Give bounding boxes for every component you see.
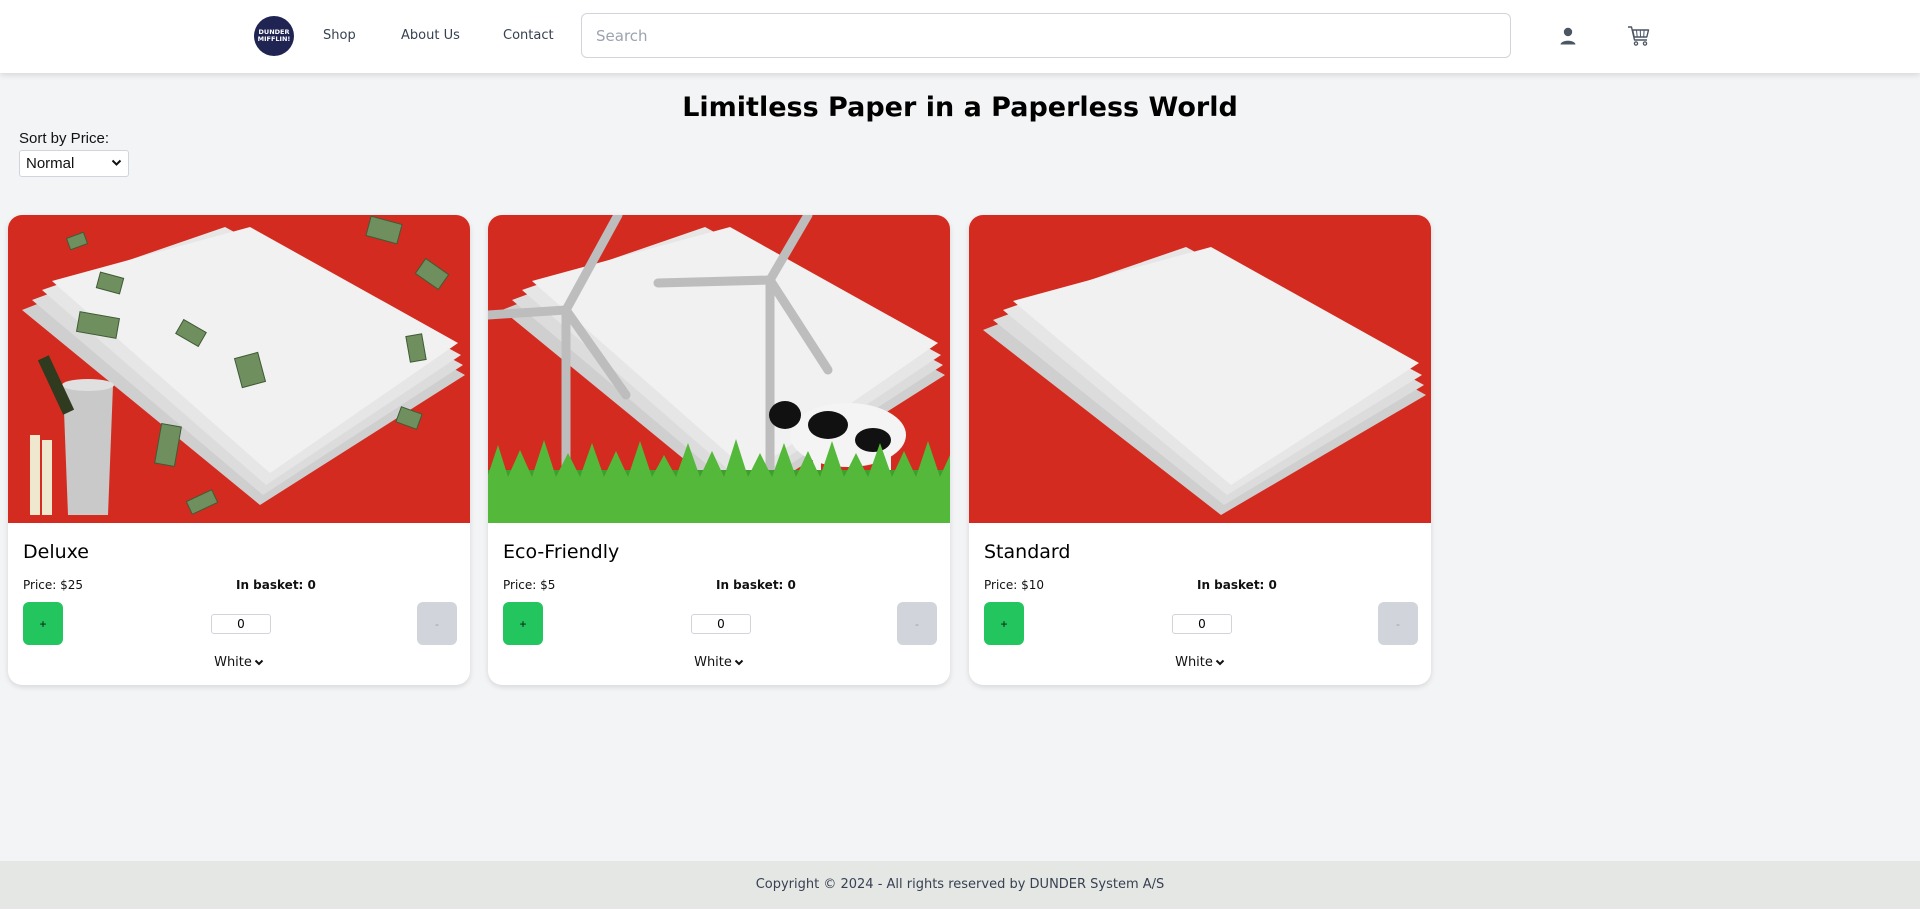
color-select[interactable]: White xyxy=(969,655,1431,670)
chevron-down-icon xyxy=(1215,659,1225,666)
remove-from-basket-button[interactable]: - xyxy=(1378,602,1418,645)
sort-select[interactable]: Normal xyxy=(19,150,129,177)
logo[interactable]: DUNDER MIFFLIN! xyxy=(254,16,294,56)
product-card-deluxe: Deluxe Price: $25 In basket: 0 + - White xyxy=(8,215,470,685)
sort-label: Sort by Price: xyxy=(19,130,110,147)
chevron-down-icon xyxy=(254,659,264,666)
basket-count: In basket: 0 xyxy=(236,578,316,592)
basket-count: In basket: 0 xyxy=(1197,578,1277,592)
remove-from-basket-button[interactable]: - xyxy=(897,602,937,645)
copyright-text: Copyright © 2024 - All rights reserved b… xyxy=(755,877,1165,892)
product-image-deluxe xyxy=(8,215,470,523)
nav-link-about-us[interactable]: About Us xyxy=(401,28,460,43)
nav-link-shop[interactable]: Shop xyxy=(323,28,356,43)
add-to-basket-button[interactable]: + xyxy=(503,602,543,645)
user-icon[interactable] xyxy=(1555,23,1581,49)
footer: Copyright © 2024 - All rights reserved b… xyxy=(0,861,1920,909)
quantity-input[interactable] xyxy=(691,614,751,634)
product-name: Standard xyxy=(984,541,1071,563)
basket-count: In basket: 0 xyxy=(716,578,796,592)
add-to-basket-button[interactable]: + xyxy=(984,602,1024,645)
search-input[interactable] xyxy=(581,13,1511,58)
color-selected-value: White xyxy=(1175,655,1213,670)
navbar: DUNDER MIFFLIN! Shop About Us Contact xyxy=(0,0,1920,73)
product-image-eco-friendly xyxy=(488,215,950,523)
product-name: Eco-Friendly xyxy=(503,541,620,563)
product-price: Price: $5 xyxy=(503,578,556,592)
add-to-basket-button[interactable]: + xyxy=(23,602,63,645)
product-card-standard: Standard Price: $10 In basket: 0 + - Whi… xyxy=(969,215,1431,685)
page-title: Limitless Paper in a Paperless World xyxy=(682,92,1238,123)
quantity-input[interactable] xyxy=(1172,614,1232,634)
chevron-down-icon xyxy=(111,159,122,166)
product-price: Price: $10 xyxy=(984,578,1045,592)
quantity-input[interactable] xyxy=(211,614,271,634)
nav-link-contact[interactable]: Contact xyxy=(503,28,554,43)
color-select[interactable]: White xyxy=(8,655,470,670)
color-select[interactable]: White xyxy=(488,655,950,670)
product-name: Deluxe xyxy=(23,541,89,563)
sort-selected-value: Normal xyxy=(26,155,75,172)
color-selected-value: White xyxy=(694,655,732,670)
logo-line-2: MIFFLIN! xyxy=(257,35,291,43)
product-price: Price: $25 xyxy=(23,578,84,592)
product-card-eco-friendly: Eco-Friendly Price: $5 In basket: 0 + - … xyxy=(488,215,950,685)
remove-from-basket-button[interactable]: - xyxy=(417,602,457,645)
chevron-down-icon xyxy=(734,659,744,666)
cart-icon[interactable] xyxy=(1626,23,1652,49)
product-image-standard xyxy=(969,215,1431,523)
color-selected-value: White xyxy=(214,655,252,670)
